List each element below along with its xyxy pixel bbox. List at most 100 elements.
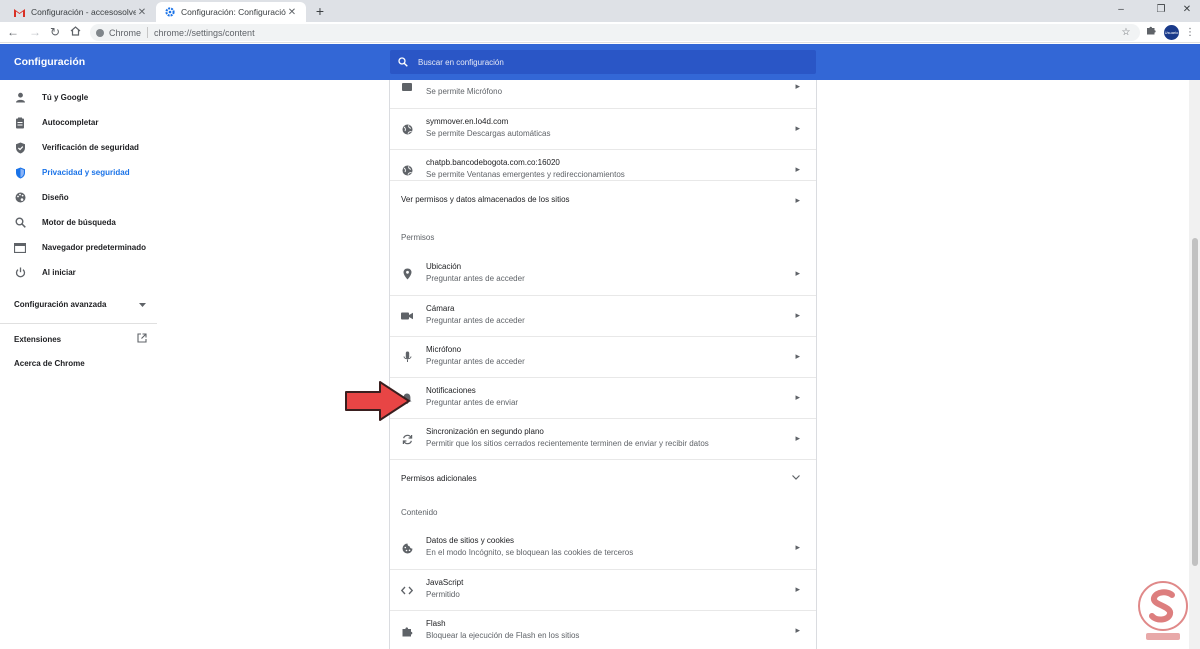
home-icon[interactable] (67, 25, 83, 40)
content-subtitle: En el modo Incógnito, se bloquean las co… (426, 548, 634, 557)
sidebar-item-autocompletar[interactable]: Autocompletar (0, 110, 157, 135)
address-bar[interactable]: Chrome chrome://settings/content (90, 24, 1140, 41)
chrome-icon (96, 28, 104, 37)
chevron-right-icon: ▸ (795, 268, 800, 278)
sidebar-advanced-toggle[interactable]: Configuración avanzada (14, 298, 146, 310)
sidebar-item-navegador[interactable]: Navegador predeterminado (0, 235, 157, 260)
divider (0, 323, 157, 324)
sidebar-item-label: Al iniciar (42, 268, 76, 277)
chevron-right-icon: ▸ (795, 123, 800, 133)
permission-title: Notificaciones (426, 386, 476, 395)
site-icon (401, 81, 413, 93)
permission-title: Micrófono (426, 345, 462, 354)
globe-icon (401, 164, 413, 176)
close-icon[interactable]: ✕ (286, 7, 298, 18)
chevron-right-icon: ▸ (795, 392, 800, 402)
settings-content-card: Se permite Micrófono ▸ symmover.en.lo4d.… (389, 80, 817, 649)
page-title: Configuración (14, 56, 86, 68)
shield-check-icon (14, 142, 26, 154)
chevron-down-icon (792, 472, 800, 482)
site-row-title: symmover.en.lo4d.com (426, 117, 509, 126)
site-row[interactable]: symmover.en.lo4d.com Se permite Descarga… (390, 108, 816, 149)
sidebar: Tú y Google Autocompletar Verificación d… (0, 80, 157, 649)
permission-subtitle: Preguntar antes de enviar (426, 398, 519, 407)
tab-title: Configuración: Configuración de (181, 7, 286, 17)
microphone-icon (401, 351, 413, 363)
menu-kebab-icon[interactable]: ⋮ (1182, 25, 1198, 41)
site-row-subtitle: Se permite Ventanas emergentes y redirec… (426, 170, 625, 179)
sidebar-item-al-iniciar[interactable]: Al iniciar (0, 260, 157, 285)
content-row-javascript[interactable]: JavaScript Permitido ▸ (390, 569, 816, 610)
forward-arrow-icon[interactable]: → (27, 25, 43, 40)
avatar-text: Usuario (1164, 30, 1179, 35)
settings-gear-icon (164, 7, 175, 18)
minimize-button[interactable]: – (1106, 2, 1136, 18)
sidebar-item-acerca[interactable]: Acerca de Chrome (14, 359, 85, 368)
search-input[interactable] (418, 57, 798, 67)
tab-strip: Configuración - accesosolvetic16 ✕ Confi… (0, 0, 1200, 22)
additional-permissions-label: Permisos adicionales (401, 474, 477, 483)
close-window-button[interactable]: ✕ (1172, 2, 1200, 18)
location-pin-icon (401, 268, 413, 280)
sidebar-item-verificacion[interactable]: Verificación de seguridad (0, 135, 157, 160)
tab-title: Configuración - accesosolvetic16 (31, 7, 136, 17)
site-row[interactable]: Se permite Micrófono ▸ (390, 80, 816, 108)
person-icon (14, 92, 26, 104)
settings-header: Configuración (0, 44, 1200, 80)
view-all-site-data-row[interactable]: Ver permisos y datos almacenados de los … (390, 180, 816, 221)
sidebar-item-extensiones[interactable]: Extensiones (14, 333, 147, 345)
search-icon (398, 57, 408, 67)
new-tab-button[interactable]: + (312, 3, 328, 19)
content-subtitle: Bloquear la ejecución de Flash en los si… (426, 631, 580, 640)
sidebar-item-tu-y-google[interactable]: Tú y Google (0, 85, 157, 110)
content-row-cookies[interactable]: Datos de sitios y cookies En el modo Inc… (390, 528, 816, 569)
settings-search[interactable] (390, 50, 816, 74)
clipboard-icon (14, 117, 26, 129)
sidebar-item-label: Autocompletar (42, 118, 99, 127)
close-icon[interactable]: ✕ (136, 7, 148, 18)
sidebar-item-motor-busqueda[interactable]: Motor de búsqueda (0, 210, 157, 235)
search-icon (14, 217, 26, 229)
sidebar-item-diseno[interactable]: Diseño (0, 185, 157, 210)
content-title: Flash (426, 619, 446, 628)
site-chip[interactable]: Chrome (96, 27, 149, 38)
gmail-icon (14, 7, 25, 18)
sidebar-item-label: Verificación de seguridad (42, 143, 139, 152)
content-title: Datos de sitios y cookies (426, 536, 515, 545)
permission-row-microfono[interactable]: Micrófono Preguntar antes de acceder ▸ (390, 336, 816, 377)
permission-row-sincronizacion[interactable]: Sincronización en segundo plano Permitir… (390, 418, 816, 459)
permission-row-notificaciones[interactable]: Notificaciones Preguntar antes de enviar… (390, 377, 816, 418)
permission-row-ubicacion[interactable]: Ubicación Preguntar antes de acceder ▸ (390, 254, 816, 295)
sidebar-item-privacidad[interactable]: Privacidad y seguridad (0, 160, 157, 185)
scrollbar-thumb[interactable] (1192, 238, 1198, 566)
back-arrow-icon[interactable]: ← (5, 25, 21, 40)
extensions-puzzle-icon[interactable] (1143, 25, 1159, 41)
avatar[interactable]: Usuario (1164, 25, 1179, 40)
watermark-logo-icon (1138, 581, 1188, 640)
tab-settings[interactable]: Configuración: Configuración de ✕ (156, 2, 306, 22)
caret-down-icon (139, 300, 146, 309)
permission-subtitle: Preguntar antes de acceder (426, 274, 525, 283)
permission-subtitle: Preguntar antes de acceder (426, 357, 525, 366)
cookie-icon (401, 542, 413, 554)
chevron-right-icon: ▸ (795, 310, 800, 320)
site-row-subtitle: Se permite Descargas automáticas (426, 129, 551, 138)
permission-row-camara[interactable]: Cámara Preguntar antes de acceder ▸ (390, 295, 816, 336)
chevron-right-icon: ▸ (795, 81, 800, 91)
sidebar-item-label: Diseño (42, 193, 69, 202)
reload-icon[interactable]: ↻ (47, 25, 63, 40)
content-row-flash[interactable]: Flash Bloquear la ejecución de Flash en … (390, 610, 816, 649)
open-external-icon (137, 333, 147, 345)
star-icon[interactable]: ☆ (1118, 25, 1134, 41)
chevron-right-icon: ▸ (795, 584, 800, 594)
permission-title: Cámara (426, 304, 455, 313)
tab-gmail[interactable]: Configuración - accesosolvetic16 ✕ (6, 2, 156, 22)
permission-title: Sincronización en segundo plano (426, 427, 544, 436)
chevron-right-icon: ▸ (795, 625, 800, 635)
chevron-right-icon: ▸ (795, 433, 800, 443)
additional-permissions-row[interactable]: Permisos adicionales (390, 459, 816, 500)
sidebar-extensions-label: Extensiones (14, 334, 62, 344)
content-title: JavaScript (426, 578, 464, 587)
sidebar-advanced-label: Configuración avanzada (14, 299, 107, 309)
chevron-right-icon: ▸ (795, 542, 800, 552)
